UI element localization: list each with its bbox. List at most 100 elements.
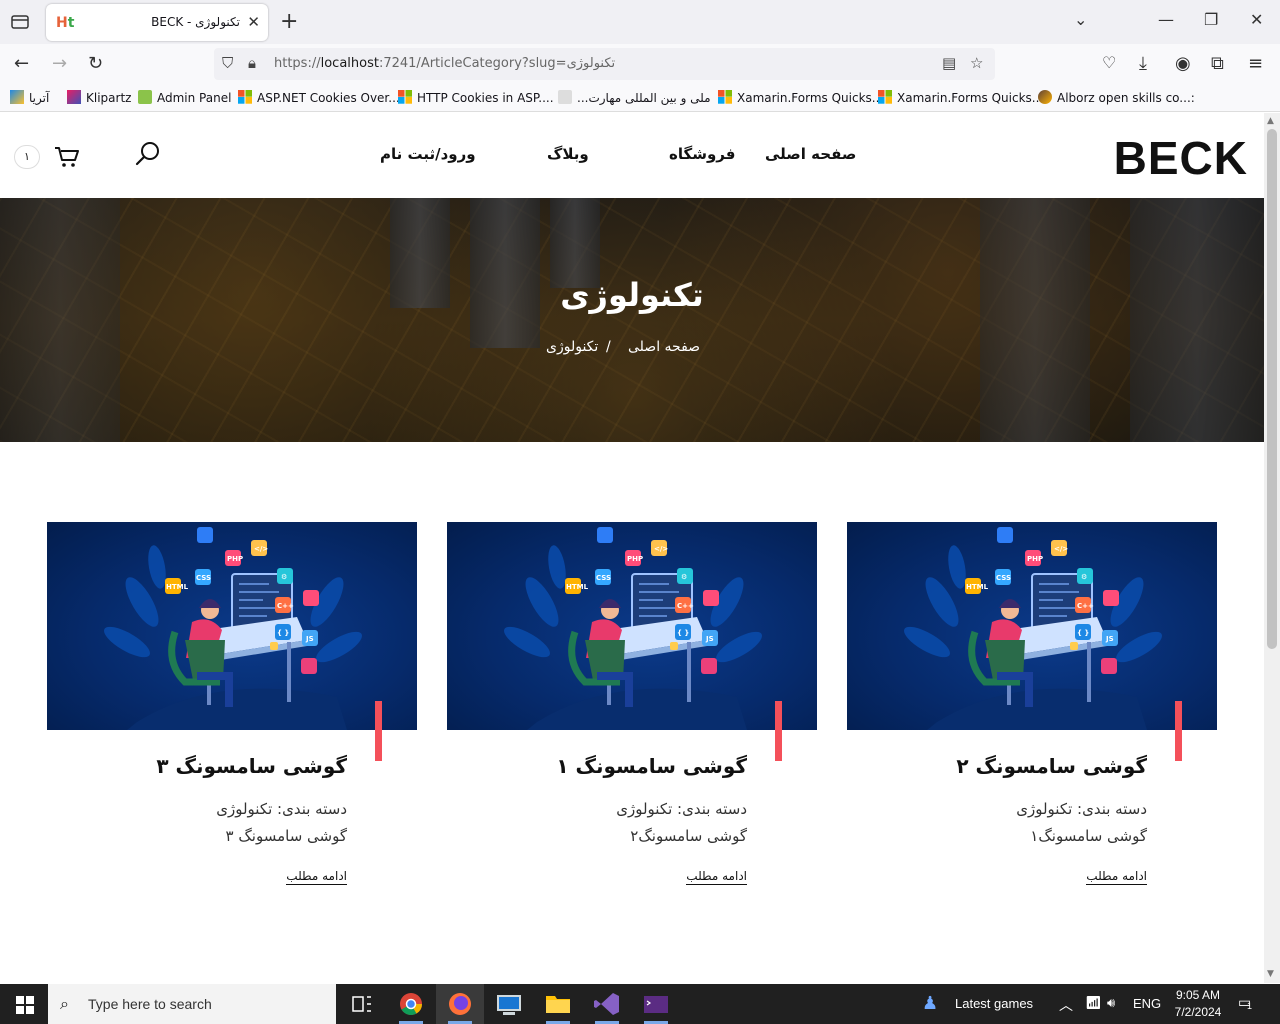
microsoft-icon (718, 90, 732, 104)
task-view-icon[interactable] (338, 984, 386, 1024)
reload-icon[interactable]: ↻ (88, 53, 103, 74)
tab-close-icon[interactable]: ✕ (247, 13, 260, 31)
svg-text:⚙: ⚙ (1081, 573, 1087, 581)
developer-illustration: PHP </> CSS ⚙ HTML C++ { } JS (904, 527, 1162, 730)
breadcrumb-separator: / (606, 339, 611, 355)
window-close-icon[interactable]: ✕ (1250, 10, 1263, 29)
article-title[interactable]: گوشی سامسونگ ۳ (156, 754, 347, 778)
window-minimize-icon[interactable]: — (1158, 10, 1174, 29)
site-favicon-icon: Ht (56, 15, 75, 31)
menu-item-shop[interactable]: فروشگاه (669, 145, 735, 163)
read-more-link[interactable]: ادامه مطلب (1086, 869, 1147, 885)
svg-text:JS: JS (705, 635, 714, 643)
menu-item-blog[interactable]: وبلاگ (547, 145, 589, 163)
shield-icon[interactable]: ⛉ (222, 54, 233, 72)
forward-arrow-icon[interactable]: → (52, 53, 67, 74)
article-category: دسته بندی: تکنولوژی (616, 800, 747, 818)
page-scrollbar[interactable]: ▲ ▼ (1264, 113, 1280, 983)
clock-time: 9:05 AM (1175, 988, 1221, 1002)
bookmark-klipartz-icon (67, 90, 81, 104)
svg-text:C++: C++ (677, 602, 694, 610)
svg-text:</>: </> (1054, 545, 1068, 553)
svg-text:CSS: CSS (596, 574, 611, 582)
bookmark-item[interactable]: Xamarin.Forms Quicks... (718, 90, 883, 105)
windows-start-icon[interactable] (16, 996, 34, 1014)
site-header: BECK صفحه اصلی فروشگاه وبلاگ ورود/ثبت نا… (0, 113, 1264, 198)
article-description: گوشی سامسونگ۲ (630, 827, 747, 845)
bookmark-admin-icon (138, 90, 152, 104)
address-bar[interactable]: ⛉ 🔒︎ https://localhost:7241/ArticleCateg… (214, 48, 995, 80)
svg-text:C++: C++ (277, 602, 294, 610)
bookmark-item[interactable]: Xamarin.Forms Quicks... (878, 90, 1043, 105)
cart-icon[interactable] (54, 146, 80, 172)
svg-text:{ }: { } (1077, 629, 1089, 637)
site-logo[interactable]: BECK (1114, 131, 1248, 185)
notification-center-icon[interactable]: ▭ 1 (1238, 994, 1252, 1024)
article-title[interactable]: گوشی سامسونگ ۱ (556, 754, 747, 778)
pocket-icon[interactable]: ♡ (1102, 53, 1116, 72)
bookmark-item[interactable]: Klipartz (67, 90, 131, 105)
svg-text:</>: </> (654, 545, 668, 553)
browser-navigation-bar: ← → ↻ ⛉ 🔒︎ https://localhost:7241/Articl… (0, 44, 1280, 84)
visual-studio-icon[interactable] (583, 984, 631, 1024)
microsoft-icon (398, 90, 412, 104)
svg-text:{ }: { } (277, 629, 289, 637)
news-widget-icon: ♟ (922, 993, 939, 1013)
svg-text:CSS: CSS (996, 574, 1011, 582)
svg-text:PHP: PHP (227, 555, 243, 563)
downloads-icon[interactable]: ⤓ (1139, 53, 1147, 74)
read-more-link[interactable]: ادامه مطلب (686, 869, 747, 885)
terminal-icon[interactable] (632, 984, 680, 1024)
scroll-up-icon[interactable]: ▲ (1267, 116, 1274, 126)
tab-overflow-chevron-icon[interactable]: ⌄ (1074, 10, 1087, 29)
breadcrumb-home-link[interactable]: صفحه اصلی (628, 339, 700, 355)
firefox-icon[interactable] (436, 984, 484, 1024)
window-restore-icon[interactable]: ❐ (1204, 10, 1218, 29)
lock-icon[interactable]: 🔒︎ (248, 54, 256, 72)
bookmark-item[interactable]: آتریا (10, 90, 49, 105)
network-icon[interactable]: 📶︎ (1085, 995, 1102, 1024)
menu-hamburger-icon[interactable]: ≡ (1248, 53, 1263, 74)
svg-text:CSS: CSS (196, 574, 211, 582)
scrollbar-thumb[interactable] (1267, 129, 1277, 649)
card-accent-bar (1175, 701, 1182, 761)
file-explorer-icon[interactable] (534, 984, 582, 1024)
microsoft-icon (878, 90, 892, 104)
bookmark-item[interactable]: HTTP Cookies in ASP.... (398, 90, 554, 105)
read-more-link[interactable]: ادامه مطلب (286, 869, 347, 885)
windows-taskbar: ⌕ Type here to search ♟ Latest games ︿ 📶… (0, 984, 1280, 1024)
developer-illustration: PHP </> CSS ⚙ HTML C++ { } JS (104, 527, 362, 730)
scroll-down-icon[interactable]: ▼ (1267, 969, 1274, 979)
bookmark-item[interactable]: Admin Panel (138, 90, 231, 105)
bookmark-skills-icon (558, 90, 572, 104)
svg-text:JS: JS (1105, 635, 1114, 643)
chrome-icon[interactable] (387, 984, 435, 1024)
remote-desktop-icon[interactable] (485, 984, 533, 1024)
menu-item-home[interactable]: صفحه اصلی (765, 145, 856, 163)
article-title[interactable]: گوشی سامسونگ ۲ (956, 754, 1147, 778)
bookmark-item[interactable]: Alborz open skills co...: (1038, 90, 1195, 105)
page-title: تکنولوژی (560, 276, 704, 314)
article-thumbnail[interactable]: PHP </> CSS ⚙ HTML C++ { } JS (847, 522, 1217, 730)
extensions-icon[interactable]: ⧉ (1211, 53, 1224, 74)
reader-view-icon[interactable]: ▤ (942, 54, 956, 72)
bookmark-star-icon[interactable]: ☆ (970, 54, 983, 72)
input-language[interactable]: ENG (1133, 996, 1161, 1024)
volume-icon[interactable]: 🔊︎ (1107, 995, 1115, 1024)
taskbar-search-box[interactable]: ⌕ Type here to search (48, 984, 336, 1024)
show-hidden-icons-chevron-icon[interactable]: ︿ (1059, 995, 1073, 1024)
svg-text:PHP: PHP (627, 555, 643, 563)
article-thumbnail[interactable]: PHP </> CSS ⚙ HTML C++ { } JS (447, 522, 817, 730)
back-arrow-icon[interactable]: ← (14, 53, 29, 74)
account-icon[interactable]: ◉ (1175, 53, 1191, 74)
bookmark-item[interactable]: ASP.NET Cookies Over... (238, 90, 400, 105)
search-icon[interactable] (134, 140, 162, 172)
tab-list-icon[interactable] (10, 12, 30, 30)
clock[interactable]: 9:05 AM 7/2/2024 (1168, 984, 1228, 1024)
new-tab-button[interactable]: + (280, 9, 298, 34)
bookmark-item[interactable]: ...ملی و بین المللی مهارت (558, 90, 711, 105)
article-thumbnail[interactable]: PHP </> CSS ⚙ HTML C++ { } JS (47, 522, 417, 730)
menu-item-login[interactable]: ورود/ثبت نام (380, 145, 476, 163)
browser-tab-active[interactable]: Ht تکنولوژی - BECK ✕ (46, 4, 268, 41)
hero-banner: تکنولوژی صفحه اصلی / تکنولوژی (0, 198, 1264, 442)
